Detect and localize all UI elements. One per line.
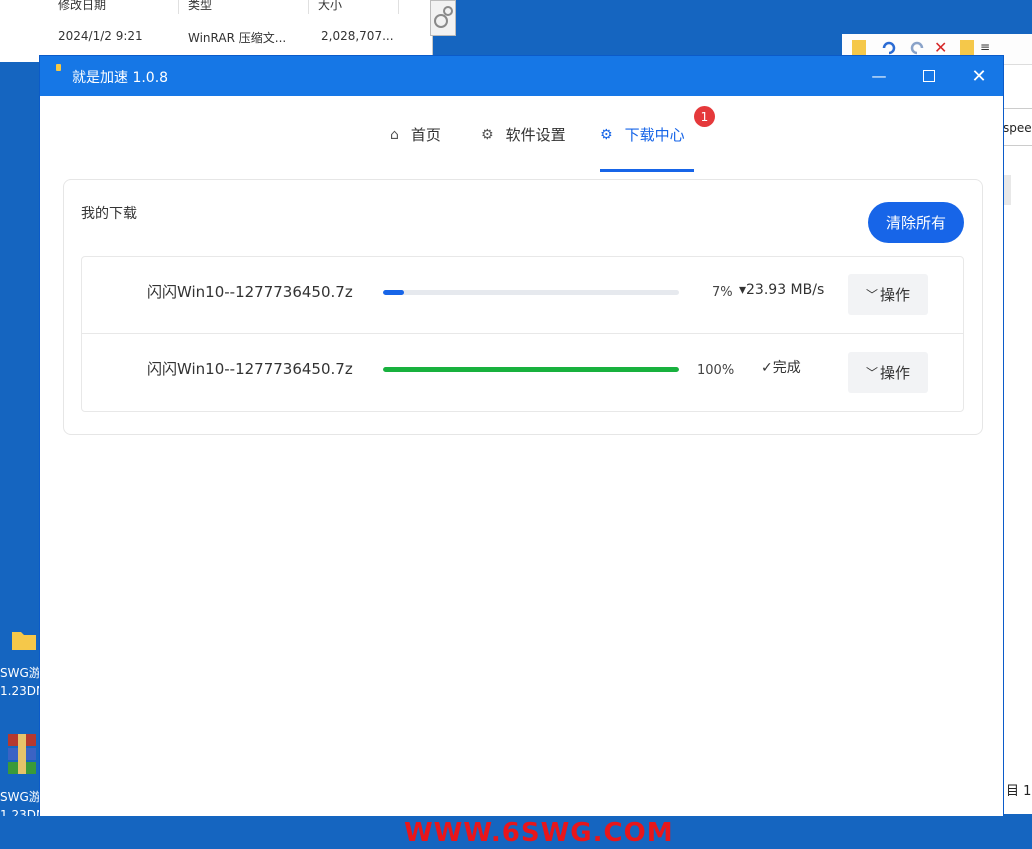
- download-speed: ▾23.93 MB/s: [739, 282, 825, 298]
- section-title: 我的下载: [81, 206, 137, 222]
- desktop-folder-icon[interactable]: [10, 628, 38, 652]
- delete-icon: ✕: [934, 38, 948, 57]
- notification-badge: 1: [694, 106, 715, 127]
- gear-icon: ⚙: [600, 126, 613, 143]
- download-action-label: 操作: [880, 286, 911, 304]
- download-action-button[interactable]: ﹀ 操作: [848, 352, 928, 393]
- tab-download-center-label: 下载中心: [624, 126, 685, 144]
- maximize-button[interactable]: [904, 56, 954, 96]
- menu-icon: ≡: [980, 40, 991, 54]
- download-action-label: 操作: [880, 364, 911, 382]
- background-right-footer: 目 1: [1006, 784, 1032, 799]
- folder-icon: [960, 40, 974, 56]
- tab-settings-label: 软件设置: [505, 126, 566, 144]
- explorer-header-size[interactable]: 大小: [318, 0, 342, 13]
- explorer-cell-date: 2024/1/2 9:21: [58, 29, 143, 43]
- folder-icon: [852, 40, 866, 56]
- active-tab-indicator: [600, 169, 694, 172]
- background-explorer-window: 修改日期 类型 大小 2024/1/2 9:21 WinRAR 压缩文... 2…: [0, 0, 433, 62]
- app-title: 就是加速 1.0.8: [72, 70, 169, 86]
- background-right-field: spee: [1003, 108, 1032, 146]
- chevron-down-icon: ﹀: [865, 366, 878, 380]
- winrar-archive-icon[interactable]: [6, 732, 38, 776]
- background-gear-thumbnail: [430, 0, 456, 36]
- home-icon: ⌂: [390, 126, 399, 143]
- explorer-cell-type: WinRAR 压缩文...: [188, 31, 287, 45]
- download-file-name: 闪闪Win10--1277736450.7z: [147, 283, 353, 301]
- download-file-name: 闪闪Win10--1277736450.7z: [147, 360, 353, 378]
- tab-bar: ⌂ 首页 ⚙ 软件设置 ⚙ 下载中心: [40, 96, 1003, 176]
- download-progress-fill: [383, 290, 404, 295]
- clear-all-button[interactable]: 清除所有: [868, 202, 964, 243]
- tab-settings[interactable]: ⚙ 软件设置: [481, 124, 566, 145]
- close-button[interactable]: ✕: [954, 56, 1004, 96]
- download-status: ✓完成: [761, 360, 801, 376]
- chevron-down-icon: ﹀: [865, 288, 878, 302]
- minimize-icon: —: [871, 67, 887, 85]
- download-percent: 7%: [712, 285, 733, 300]
- gear-icon: ⚙: [481, 126, 494, 143]
- minimize-button[interactable]: —: [854, 56, 904, 96]
- download-percent: 100%: [697, 363, 735, 378]
- download-progress-bar: [383, 290, 679, 295]
- desktop-icon1-line1: SWG游: [0, 666, 41, 680]
- explorer-header-date[interactable]: 修改日期: [58, 0, 106, 13]
- explorer-header-type[interactable]: 类型: [188, 0, 212, 13]
- redo-icon: [910, 40, 924, 56]
- row-divider: [82, 333, 963, 334]
- maximize-icon: [923, 70, 935, 82]
- undo-icon: [882, 40, 896, 56]
- download-action-button[interactable]: ﹀ 操作: [848, 274, 928, 315]
- background-scrollbar: [1003, 175, 1011, 205]
- app-logo-icon: [56, 64, 61, 71]
- tab-home[interactable]: ⌂ 首页: [390, 124, 441, 145]
- app-titlebar[interactable]: 就是加速 1.0.8 — ✕: [40, 56, 1003, 96]
- download-progress-fill: [383, 367, 679, 372]
- desktop-icon1-line2: 1.23DN: [0, 684, 45, 698]
- explorer-cell-size: 2,028,707...: [321, 29, 394, 43]
- watermark: WWW.6SWG.COM: [404, 818, 674, 848]
- desktop-icon1-label[interactable]: SWG游 1.23DN: [0, 664, 45, 700]
- tab-home-label: 首页: [410, 126, 441, 144]
- close-icon: ✕: [971, 65, 987, 87]
- tab-download-center[interactable]: ⚙ 下载中心: [600, 124, 685, 145]
- download-list: [81, 256, 964, 412]
- background-right-text: spee: [1003, 121, 1032, 135]
- download-progress-bar: [383, 367, 679, 372]
